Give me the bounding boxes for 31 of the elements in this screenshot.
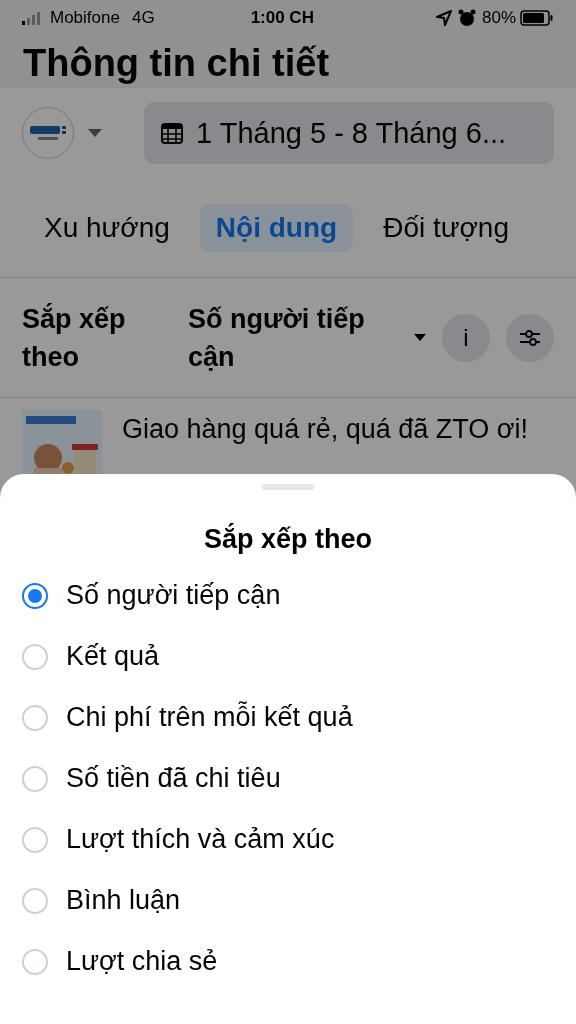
sort-label: Sắp xếp theo [22, 302, 127, 374]
location-icon [435, 10, 452, 26]
sheet-title: Sắp xếp theo [203, 524, 372, 555]
network-type: 4G [131, 8, 155, 28]
option-label[interactable]: Chi phí trên mỗi kết quả [66, 702, 353, 733]
tab[interactable]: Đối tượng [367, 203, 525, 252]
carrier-name: Mobifone [50, 8, 120, 28]
brand-logo[interactable] [22, 107, 74, 159]
filter-button[interactable] [506, 313, 554, 362]
option-label[interactable]: Bình luận [66, 885, 181, 916]
caret-icon [414, 334, 426, 341]
option-label[interactable]: Số người tiếp cận [66, 580, 281, 611]
sort-dropdown[interactable]: Số người tiếp cận [188, 299, 434, 376]
battery-icon [520, 10, 554, 26]
option-label[interactable]: Kết quả [66, 641, 160, 672]
info-button[interactable]: i [442, 313, 490, 362]
option-label[interactable]: Lượt chia sẻ [66, 946, 218, 977]
caret-icon[interactable] [88, 129, 102, 137]
sliders-icon [518, 328, 542, 347]
battery-percent: 80% [481, 8, 516, 28]
drag-handle[interactable] [262, 484, 314, 490]
clock-time: 1:00 CH [250, 8, 314, 28]
date-range-button[interactable]: 1 Tháng 5 - 8 Tháng 6... [144, 102, 554, 164]
option-label[interactable]: Số tiền đã chi tiêu [66, 763, 281, 794]
alarm-icon [457, 9, 476, 27]
post-text: Giao hàng quá rẻ, quá đã ZTO ơi! [122, 413, 528, 446]
option-label[interactable]: Lượt thích và cảm xúc [66, 824, 335, 855]
calendar-icon [160, 121, 184, 145]
radio-button[interactable] [22, 582, 48, 609]
page-title: Thông tin chi tiết [23, 42, 330, 85]
tab[interactable]: Xu hướng [44, 203, 186, 252]
